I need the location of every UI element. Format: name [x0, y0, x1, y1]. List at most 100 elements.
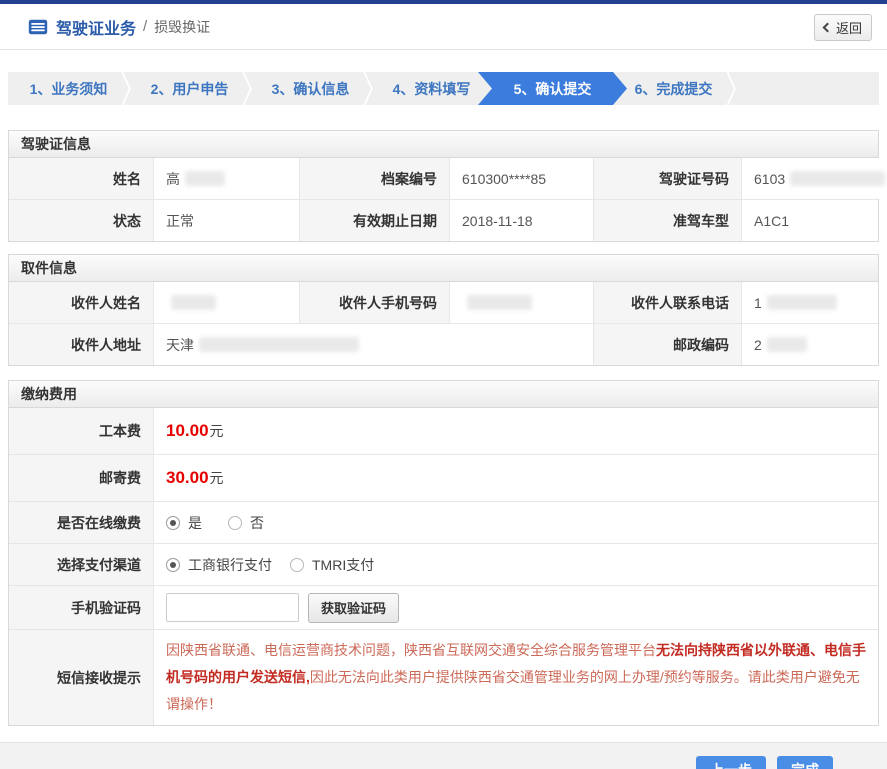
production-fee-value: 10.00 元 — [153, 408, 878, 454]
page-title: 驾驶证业务 — [56, 20, 137, 38]
step-label: 4、资料填写 — [392, 80, 471, 97]
tmri-payment-option[interactable]: TMRI支付 — [290, 555, 374, 575]
valid-until-label: 有效期止日期 — [299, 200, 449, 241]
notice-text-normal: 因陕西省联通、电信运营商技术问题，陕西省互联网交通安全综合服务管理平台 — [166, 642, 656, 658]
redacted-blur — [790, 171, 886, 186]
page: 驾驶证业务 / 损毁换证 返回 1、业务须知 2、用户申告 3、确认信息 4、资… — [0, 0, 887, 769]
online-payment-options: 是 否 — [153, 502, 878, 543]
online-payment-row: 是否在线缴费 是 否 — [9, 501, 878, 543]
step-2-user-declaration[interactable]: 2、用户申告 — [129, 72, 250, 105]
name-value: 高 — [153, 158, 299, 199]
redacted-blur — [171, 295, 216, 310]
redacted-blur — [199, 337, 359, 352]
postage-fee-amount: 30.00 — [166, 468, 209, 487]
radio-selected-icon[interactable] — [166, 557, 180, 572]
table-row: 收件人地址 天津 邮政编码 2 — [9, 323, 878, 365]
postal-code-value: 2 — [741, 324, 878, 365]
breadcrumb-current: 损毁换证 — [154, 18, 211, 35]
radio-label: 否 — [250, 514, 264, 531]
valid-until-value: 2018-11-18 — [449, 200, 593, 241]
license-number-label: 驾驶证号码 — [593, 158, 741, 199]
production-fee-amount: 10.00 — [166, 421, 209, 440]
step-4-fill-data[interactable]: 4、资料填写 — [371, 72, 492, 105]
icbc-payment-option[interactable]: 工商银行支付 — [166, 555, 272, 575]
pickup-info-section: 取件信息 收件人姓名 收件人手机号码 收件人联系电话 1 收件人地址 天津 邮政… — [8, 254, 879, 366]
production-fee-label: 工本费 — [9, 408, 153, 454]
sms-code-input[interactable] — [166, 593, 299, 622]
breadcrumb-separator: / — [143, 18, 148, 35]
radio-unselected-icon[interactable] — [228, 515, 242, 530]
file-number-value: 610300****85 — [449, 158, 593, 199]
online-payment-no-option[interactable]: 否 — [228, 513, 264, 533]
payment-section: 缴纳费用 工本费 10.00 元 邮寄费 30.00 元 是否在线缴费 是 否 … — [8, 380, 879, 726]
recipient-address-label: 收件人地址 — [9, 324, 153, 365]
redacted-blur — [467, 295, 532, 310]
pickup-info-section-title: 取件信息 — [9, 255, 878, 282]
payment-channel-label: 选择支付渠道 — [9, 544, 153, 585]
postage-fee-row: 邮寄费 30.00 元 — [9, 454, 878, 501]
step-label: 3、确认信息 — [271, 80, 350, 97]
recipient-address-value: 天津 — [153, 324, 593, 365]
recipient-phone-value: 1 — [741, 282, 878, 323]
name-label: 姓名 — [9, 158, 153, 199]
step-1-business-notice[interactable]: 1、业务须知 — [8, 72, 129, 105]
get-sms-code-button[interactable]: 获取验证码 — [308, 592, 400, 623]
page-header: 驾驶证业务 / 损毁换证 返回 — [0, 4, 887, 50]
redacted-blur — [766, 295, 837, 310]
postage-fee-value: 30.00 元 — [153, 455, 878, 501]
step-bar-filler — [734, 72, 879, 105]
step-label: 6、完成提交 — [634, 80, 713, 97]
back-button[interactable]: 返回 — [814, 14, 872, 41]
radio-label: TMRI支付 — [312, 556, 375, 573]
online-payment-label: 是否在线缴费 — [9, 502, 153, 543]
payment-channel-row: 选择支付渠道 工商银行支付 TMRI支付 — [9, 543, 878, 585]
back-button-label: 返回 — [835, 21, 862, 36]
status-label: 状态 — [9, 200, 153, 241]
recipient-phone-label: 收件人联系电话 — [593, 282, 741, 323]
sms-code-row: 手机验证码 获取验证码 — [9, 585, 878, 629]
vehicle-class-label: 准驾车型 — [593, 200, 741, 241]
sms-notice-row: 短信接收提示 因陕西省联通、电信运营商技术问题，陕西省互联网交通安全综合服务管理… — [9, 629, 878, 725]
table-row: 姓名 高 档案编号 610300****85 驾驶证号码 6103 — [9, 158, 886, 199]
radio-label: 工商银行支付 — [188, 556, 272, 573]
step-5-confirm-submit-active[interactable]: 5、确认提交 — [478, 72, 627, 105]
step-progress-bar: 1、业务须知 2、用户申告 3、确认信息 4、资料填写 5、确认提交 6、完成提… — [8, 72, 879, 105]
vehicle-class-value: A1C1 — [741, 200, 878, 241]
online-payment-yes-option[interactable]: 是 — [166, 513, 202, 533]
file-number-label: 档案编号 — [299, 158, 449, 199]
recipient-mobile-value — [449, 282, 593, 323]
step-label: 1、业务须知 — [29, 80, 108, 97]
license-list-icon — [28, 19, 48, 34]
production-fee-row: 工本费 10.00 元 — [9, 408, 878, 454]
currency-unit: 元 — [209, 470, 224, 486]
license-number-value: 6103 — [741, 158, 886, 199]
footer-action-bar: 上一步 完成 — [0, 742, 887, 769]
radio-unselected-icon[interactable] — [290, 557, 304, 572]
radio-selected-icon[interactable] — [166, 515, 180, 530]
sms-code-label: 手机验证码 — [9, 586, 153, 629]
redacted-blur — [185, 171, 225, 186]
redacted-blur — [766, 337, 807, 352]
sms-notice-label: 短信接收提示 — [9, 630, 153, 725]
step-3-confirm-info[interactable]: 3、确认信息 — [250, 72, 371, 105]
finish-button[interactable]: 完成 — [777, 755, 833, 769]
previous-step-button[interactable]: 上一步 — [696, 755, 766, 769]
table-row: 状态 正常 有效期止日期 2018-11-18 准驾车型 A1C1 — [9, 199, 878, 241]
license-info-section-title: 驾驶证信息 — [9, 131, 878, 158]
recipient-mobile-label: 收件人手机号码 — [299, 282, 449, 323]
back-chevron-icon — [822, 22, 833, 33]
license-info-section: 驾驶证信息 姓名 高 档案编号 610300****85 驾驶证号码 6103 … — [8, 130, 886, 242]
sms-notice-text: 因陕西省联通、电信运营商技术问题，陕西省互联网交通安全综合服务管理平台无法向持陕… — [153, 630, 878, 725]
radio-label: 是 — [188, 514, 202, 531]
step-label: 5、确认提交 — [513, 80, 592, 97]
recipient-name-label: 收件人姓名 — [9, 282, 153, 323]
step-6-finish-submit[interactable]: 6、完成提交 — [613, 72, 734, 105]
postage-fee-label: 邮寄费 — [9, 455, 153, 501]
currency-unit: 元 — [209, 423, 224, 439]
sms-code-field-area: 获取验证码 — [153, 586, 878, 629]
step-label: 2、用户申告 — [150, 80, 229, 97]
payment-section-title: 缴纳费用 — [9, 381, 878, 408]
payment-channel-options: 工商银行支付 TMRI支付 — [153, 544, 878, 585]
postal-code-label: 邮政编码 — [593, 324, 741, 365]
recipient-name-value — [153, 282, 299, 323]
